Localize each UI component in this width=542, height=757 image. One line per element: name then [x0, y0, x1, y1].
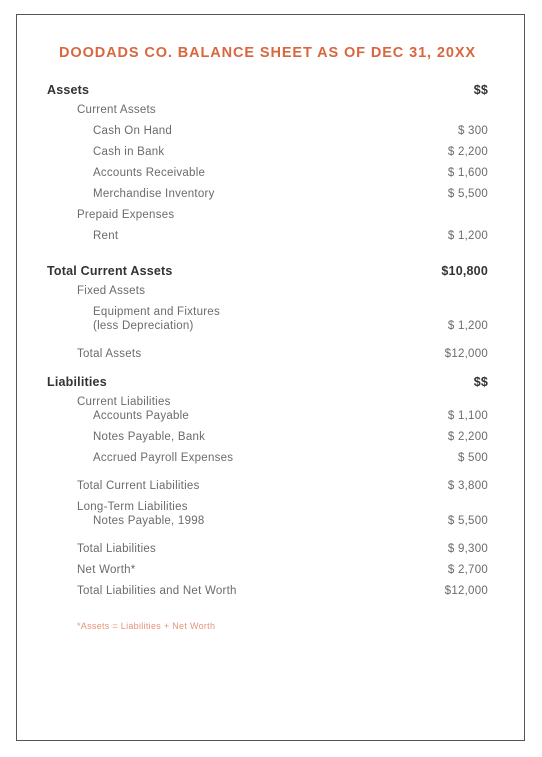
row-label: Equipment and Fixtures	[93, 306, 220, 318]
row-value: $ 1,100	[447, 410, 488, 422]
table-row: Merchandise Inventory $ 5,500	[47, 188, 488, 209]
row-value: $ 1,200	[447, 320, 488, 332]
table-row: Notes Payable, Bank $ 2,200	[47, 431, 488, 452]
row-label: Total Liabilities	[77, 543, 157, 555]
table-row: Accrued Payroll Expenses $ 500	[47, 452, 488, 473]
row-value	[368, 299, 488, 320]
balance-sheet-table: Assets $$ Current Assets Cash On Hand $ 300 C…	[47, 83, 488, 599]
balance-sheet-rows: Assets $$ Current Assets Cash On Hand $ 300 C…	[47, 83, 488, 599]
row-label: Accrued Payroll Expenses	[93, 452, 234, 464]
table-row: Notes Payable, 1998 $ 5,500	[47, 515, 488, 536]
table-row: Prepaid Expenses	[47, 209, 488, 230]
row-value: $ 9,300	[447, 543, 488, 555]
table-row: Fixed Assets	[47, 278, 488, 299]
footnote: *Assets = Liabilities + Net Worth	[77, 621, 216, 631]
row-value: $$	[473, 83, 488, 97]
table-row: Cash in Bank $ 2,200	[47, 146, 488, 167]
row-label: Prepaid Expenses	[77, 209, 175, 221]
row-label: Cash On Hand	[93, 125, 173, 137]
table-row: Liabilities $$	[47, 362, 488, 389]
table-row: Assets $$	[47, 83, 488, 104]
row-label: Accounts Receivable	[93, 167, 206, 179]
row-value: $12,000	[444, 585, 488, 597]
row-value	[368, 278, 488, 299]
row-label: Cash in Bank	[93, 146, 165, 158]
row-value: $ 2,200	[447, 431, 488, 443]
row-value: $10,800	[441, 264, 488, 278]
page-title: DOODADS CO. BALANCE SHEET AS OF DEC 31, …	[59, 45, 476, 61]
row-value	[368, 104, 488, 125]
table-row: Accounts Receivable $ 1,600	[47, 167, 488, 188]
row-value: $ 5,500	[447, 515, 488, 527]
row-label: Notes Payable, 1998	[93, 515, 205, 527]
balance-sheet-body: DOODADS CO. BALANCE SHEET AS OF DEC 31, …	[17, 15, 524, 740]
row-value: $ 1,200	[447, 230, 488, 242]
row-value: $ 2,200	[447, 146, 488, 158]
row-value: $ 1,600	[447, 167, 488, 179]
row-value: $ 5,500	[447, 188, 488, 200]
row-value: $$	[473, 375, 488, 389]
table-row: Total Assets $12,000	[47, 341, 488, 362]
table-row: Equipment and Fixtures	[47, 299, 488, 320]
row-label: Notes Payable, Bank	[93, 431, 206, 443]
row-value: $12,000	[444, 348, 488, 360]
row-value	[368, 389, 488, 410]
table-row: (less Depreciation) $ 1,200	[47, 320, 488, 341]
row-label: Accounts Payable	[93, 410, 190, 422]
row-label: Rent	[93, 230, 119, 242]
table-row: Total Liabilities $ 9,300	[47, 536, 488, 557]
table-row: Total Current Liabilities $ 3,800	[47, 473, 488, 494]
row-label: Fixed Assets	[77, 285, 146, 297]
balance-sheet-frame: DOODADS CO. BALANCE SHEET AS OF DEC 31, …	[16, 14, 525, 741]
row-value: $ 2,700	[447, 564, 488, 576]
row-label: Net Worth*	[77, 564, 136, 576]
table-row: Net Worth* $ 2,700	[47, 557, 488, 578]
row-label: Total Assets	[77, 348, 142, 360]
row-label: Liabilities	[47, 375, 107, 389]
row-value: $ 500	[457, 452, 488, 464]
row-label: (less Depreciation)	[93, 320, 194, 332]
table-row: Total Current Assets $10,800	[47, 251, 488, 278]
table-row: Current Liabilities	[47, 389, 488, 410]
table-row: Long-Term Liabilities	[47, 494, 488, 515]
row-label: Assets	[47, 83, 90, 97]
row-label: Total Current Liabilities	[77, 480, 200, 492]
row-value: $ 3,800	[447, 480, 488, 492]
row-value: $ 300	[457, 125, 488, 137]
row-label: Total Current Assets	[47, 264, 173, 278]
row-value	[368, 209, 488, 230]
row-label: Total Liabilities and Net Worth	[77, 585, 237, 597]
table-row: Accounts Payable $ 1,100	[47, 410, 488, 431]
table-row: Total Liabilities and Net Worth $12,000	[47, 578, 488, 599]
table-row: Cash On Hand $ 300	[47, 125, 488, 146]
table-row: Rent $ 1,200	[47, 230, 488, 251]
table-row: Current Assets	[47, 104, 488, 125]
row-label: Current Liabilities	[77, 396, 171, 408]
row-label: Current Assets	[77, 104, 156, 116]
row-label: Long-Term Liabilities	[77, 501, 188, 513]
row-label: Merchandise Inventory	[93, 188, 215, 200]
row-value	[368, 494, 488, 515]
